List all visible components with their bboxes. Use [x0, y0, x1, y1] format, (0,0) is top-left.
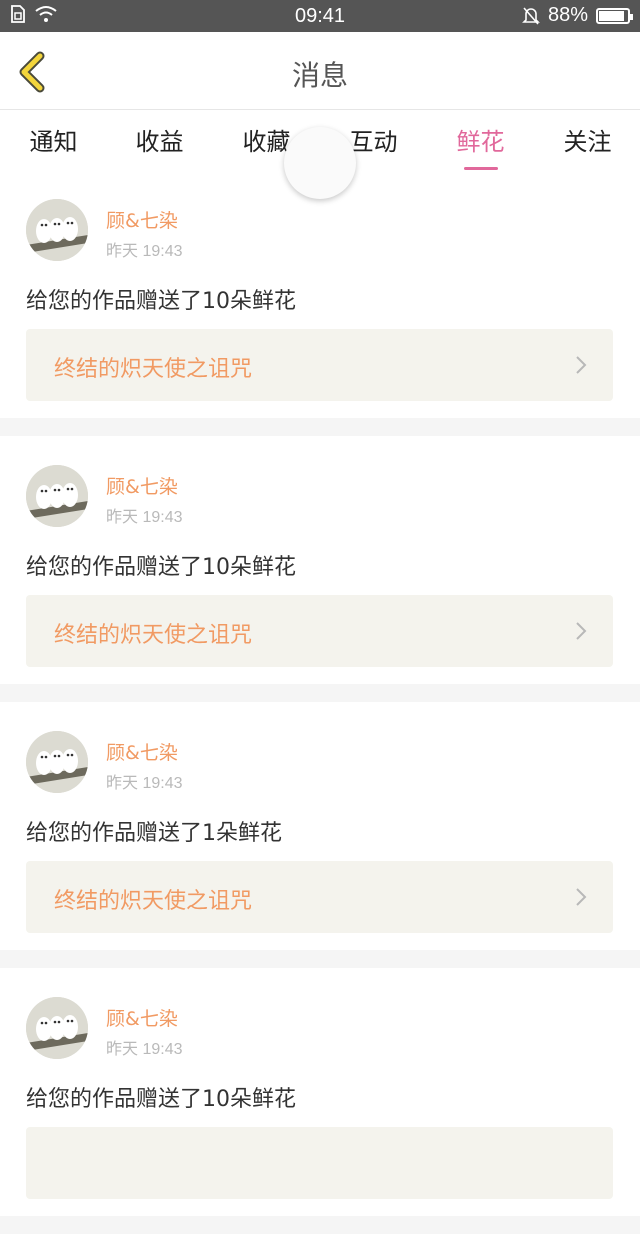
message-text: 给您的作品赠送了10朵鲜花 — [26, 555, 296, 580]
tab-label: 收藏 — [242, 128, 291, 156]
message-text: 给您的作品赠送了10朵鲜花 — [26, 1087, 296, 1112]
work-link[interactable]: 终结的炽天使之诅咒 — [26, 861, 613, 933]
battery-fill — [599, 10, 624, 21]
avatar[interactable] — [26, 465, 88, 527]
tab-notifications[interactable]: 通知 — [0, 122, 107, 157]
status-bar: 09:41 88% — [0, 0, 640, 32]
message-time: 昨天 19:43 — [106, 1041, 183, 1058]
floating-assistive-button[interactable] — [284, 127, 356, 199]
sender-name[interactable]: 顾&七染 — [106, 206, 178, 233]
avatar[interactable] — [26, 731, 88, 793]
sender-name[interactable]: 顾&七染 — [106, 1004, 178, 1031]
message-time: 昨天 19:43 — [106, 775, 183, 792]
message-card: 顾&七染 昨天 19:43 给您的作品赠送了1朵鲜花 终结的炽天使之诅咒 — [0, 702, 640, 950]
tab-flowers[interactable]: 鲜花 — [427, 122, 534, 170]
tab-label: 关注 — [563, 128, 612, 156]
tab-label: 鲜花 — [456, 128, 505, 156]
message-time: 昨天 19:43 — [106, 509, 183, 526]
message-card: 顾&七染 昨天 19:43 给您的作品赠送了10朵鲜花 终结的炽天使之诅咒 — [0, 436, 640, 684]
avatar[interactable] — [26, 997, 88, 1059]
tab-label: 收益 — [135, 128, 184, 156]
work-link[interactable]: 终结的炽天使之诅咒 — [26, 329, 613, 401]
tab-earnings[interactable]: 收益 — [106, 122, 213, 157]
battery-percent: 88% — [547, 4, 588, 26]
sender-name[interactable]: 顾&七染 — [106, 472, 178, 499]
birds-avatar-icon — [26, 465, 88, 527]
chevron-right-icon — [576, 888, 587, 906]
work-title: 终结的炽天使之诅咒 — [54, 357, 253, 382]
chevron-right-icon — [576, 622, 587, 640]
work-title: 终结的炽天使之诅咒 — [54, 623, 253, 648]
tab-label: 通知 — [29, 128, 78, 156]
header: 消息 — [0, 32, 640, 110]
work-link[interactable]: 终结的炽天使之诅咒 — [26, 595, 613, 667]
battery-icon — [596, 7, 633, 24]
avatar[interactable] — [26, 199, 88, 261]
birds-avatar-icon — [26, 199, 88, 261]
sender-name[interactable]: 顾&七染 — [106, 738, 178, 765]
mute-bell-icon — [522, 6, 540, 25]
message-card: 顾&七染 昨天 19:43 给您的作品赠送了10朵鲜花 终结的炽天使之诅咒 — [0, 170, 640, 418]
message-time: 昨天 19:43 — [106, 243, 183, 260]
page-title: 消息 — [291, 59, 348, 92]
tab-follows[interactable]: 关注 — [534, 122, 640, 157]
message-list: 顾&七染 昨天 19:43 给您的作品赠送了10朵鲜花 终结的炽天使之诅咒 顾&… — [0, 170, 640, 1234]
birds-avatar-icon — [26, 997, 88, 1059]
chevron-right-icon — [576, 356, 587, 374]
message-text: 给您的作品赠送了1朵鲜花 — [26, 821, 282, 846]
message-text: 给您的作品赠送了10朵鲜花 — [26, 289, 296, 314]
work-title: 终结的炽天使之诅咒 — [54, 889, 253, 914]
birds-avatar-icon — [26, 731, 88, 793]
message-card: 顾&七染 昨天 19:43 给您的作品赠送了10朵鲜花 — [0, 968, 640, 1216]
status-right-icons: 88% — [522, 4, 633, 27]
tab-label: 互动 — [349, 128, 398, 156]
